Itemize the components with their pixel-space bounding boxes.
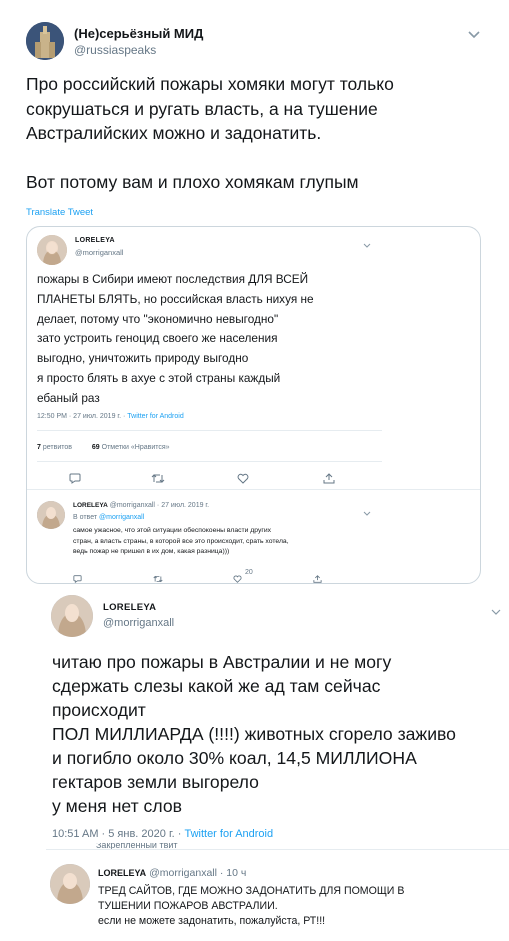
like-count: 20 xyxy=(245,569,253,576)
text-line: выгодно, уничтожить природу выгодно xyxy=(37,351,249,366)
reply-icon xyxy=(69,471,81,489)
author-meta: @morriganxall · 27 июл. 2019 г. xyxy=(109,502,210,509)
source-link: Twitter for Android xyxy=(127,413,184,420)
text-line: ебаный раз xyxy=(37,390,100,405)
author-name: LORELEYA xyxy=(103,602,157,613)
tweet-text-line: Австралийских можно и задонатить. xyxy=(26,123,322,143)
retweet-label: ретвитов xyxy=(42,444,72,451)
tweet-text-line: Вот потому вам и плохо хомякам глупым xyxy=(26,172,359,192)
text-line: самое ужасное, что этой ситуации обеспок… xyxy=(73,527,272,534)
reply-icon xyxy=(73,570,82,583)
text-line: гектаров земли выгорело xyxy=(52,772,259,792)
chevron-down-icon xyxy=(363,503,371,521)
timestamp: 12:50 PM · 27 июл. 2019 г. · xyxy=(37,413,126,420)
reply-text: самое ужасное, что этой ситуации обеспок… xyxy=(73,526,383,558)
reply-text: ТРЕД САЙТОВ, ГДЕ МОЖНО ЗАДОНАТИТЬ ДЛЯ ПО… xyxy=(98,884,498,929)
share-icon xyxy=(313,570,322,583)
text-line: пожары в Сибири имеют последствия ДЛЯ ВС… xyxy=(37,272,309,286)
mid-building-icon xyxy=(26,22,64,60)
avatar xyxy=(37,501,65,529)
pinned-label: Закреплённый твит xyxy=(96,843,178,849)
quoted-tweet-text: читаю про пожары в Австралии и не могу с… xyxy=(52,650,509,818)
reply-header: LORELEYA @morriganxall · 10 ч xyxy=(98,867,246,879)
reply-to-handle: @morriganxall xyxy=(99,514,145,521)
source-link: Twitter for Android xyxy=(184,828,274,840)
tweet-text-line: сокрушаться и ругать власть, а на тушени… xyxy=(26,98,378,119)
reply-to-prefix: В ответ xyxy=(73,514,98,521)
timestamp: 10:51 AM · 5 янв. 2020 г. · xyxy=(52,828,182,840)
like-icon xyxy=(233,570,242,583)
chevron-down-icon xyxy=(491,602,501,620)
avatar xyxy=(51,595,93,637)
author-name: LORELEYA xyxy=(98,868,147,878)
text-line: я просто блять в ахуе с этой страны кажд… xyxy=(37,370,281,385)
divider xyxy=(37,430,382,431)
retweet-icon xyxy=(151,471,165,489)
divider xyxy=(27,489,480,490)
like-count: 69 xyxy=(91,444,100,451)
reply-to: В ответ @morriganxall xyxy=(73,514,144,521)
quoted-tweet-text: пожары в Сибири имеют последствия ДЛЯ ВС… xyxy=(37,270,387,409)
text-line: у меня нет слов xyxy=(52,796,182,816)
tweet-text-line: Про российский пожары хомяки могут тольк… xyxy=(26,74,394,94)
avatar xyxy=(37,235,67,265)
author-meta: @morriganxall · 10 ч xyxy=(149,867,247,879)
author-handle: @morriganxall xyxy=(103,617,175,629)
author-name: LORELEYA xyxy=(73,502,108,509)
text-line: если не можете задонатить, пожалуйста, Р… xyxy=(98,915,326,927)
author-name: LORELEYA xyxy=(75,237,115,244)
text-line: ТУШЕНИИ ПОЖАРОВ АВСТРАЛИИ. xyxy=(98,900,278,912)
translate-tweet-link[interactable]: Translate Tweet xyxy=(26,207,93,218)
text-line: ПЛАНЕТЫ БЛЯТЬ, но российская власть ниху… xyxy=(37,291,314,306)
text-line: и погибло около 30% коал, 14,5 МИЛЛИОНА xyxy=(52,748,417,768)
handle[interactable]: @russiaspeaks xyxy=(74,43,156,57)
retweet-count: 7 xyxy=(37,444,41,451)
chevron-down-icon xyxy=(363,235,371,253)
avatar xyxy=(50,864,90,904)
text-line: ведь пожар не пришел в их дом, какая раз… xyxy=(73,548,230,555)
avatar[interactable] xyxy=(26,22,64,60)
text-line: происходит xyxy=(52,700,146,720)
text-line: зато устроить геноцид своего же населени… xyxy=(37,331,278,346)
text-line: стран, а власть страны, в которой все эт… xyxy=(73,537,289,545)
text-line: ТРЕД САЙТОВ, ГДЕ МОЖНО ЗАДОНАТИТЬ ДЛЯ ПО… xyxy=(98,885,405,897)
display-name[interactable]: (Не)серьёзный МИД xyxy=(74,26,203,41)
timestamp-row: 12:50 PM · 27 июл. 2019 г. · Twitter for… xyxy=(37,413,184,420)
tweet-text: Про российский пожары хомяки могут тольк… xyxy=(26,72,496,195)
like-icon xyxy=(237,471,249,489)
divider xyxy=(46,849,509,850)
like-label: Отметки «Нравится» xyxy=(101,444,170,451)
share-icon xyxy=(323,471,335,489)
chevron-down-icon[interactable] xyxy=(468,26,480,44)
reply-header: LORELEYA @morriganxall · 27 июл. 2019 г. xyxy=(73,502,209,509)
author-handle: @morriganxall xyxy=(75,248,124,257)
text-line: читаю про пожары в Австралии и не могу xyxy=(52,652,392,672)
text-line: ПОЛ МИЛЛИАРДА (!!!!) животных сгорело за… xyxy=(52,724,456,744)
timestamp-row: 10:51 AM · 5 янв. 2020 г. · Twitter for … xyxy=(52,828,273,840)
second-screenshot[interactable]: LORELEYA @morriganxall читаю про пожары … xyxy=(26,592,509,941)
text-line: делает, потому что "экономично невыгодно… xyxy=(37,311,279,326)
text-line: сдержать слезы какой же ад там сейчас xyxy=(52,676,381,696)
retweet-icon xyxy=(153,570,163,583)
engagement-row: 7 ретвитов 69 Отметки «Нравится» xyxy=(37,444,170,451)
quoted-screenshot[interactable]: LORELEYA @morriganxall пожары в Сибири и… xyxy=(26,226,481,584)
divider xyxy=(37,461,382,462)
